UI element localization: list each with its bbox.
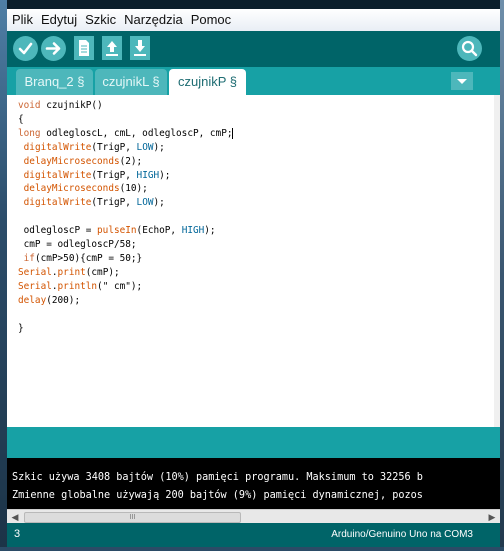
console-output: Szkic używa 3408 bajtów (10%) pamięci pr… [7, 458, 500, 509]
code-fn: delayMicroseconds [23, 155, 120, 167]
scroll-left-icon[interactable]: ◀ [9, 511, 21, 523]
menu-file[interactable]: Plik [7, 9, 36, 27]
menu-sketch[interactable]: Szkic [80, 9, 119, 27]
arrow-down-icon [130, 36, 150, 60]
menu-edit[interactable]: Edytuj [36, 9, 80, 27]
editor-scrollbar[interactable] [494, 95, 500, 427]
code-line: Serial.print(cmP); [18, 266, 120, 278]
save-button[interactable] [130, 36, 150, 60]
toolbar [7, 31, 500, 67]
menu-bar: Plik Edytuj Szkic Narzędzia Pomoc [7, 9, 500, 32]
code-keyword-if: if [23, 252, 35, 264]
board-port-label: Arduino/Genuino Uno na COM3 [331, 529, 473, 540]
console-line: Zmienne globalne używają 200 bajtów (9%)… [12, 490, 423, 501]
serial-monitor-button[interactable] [457, 36, 482, 61]
code-keyword-void: void [18, 100, 41, 111]
code-line: void czujnikP() [18, 100, 103, 111]
tab-czujnikl[interactable]: czujnikL § [95, 69, 167, 95]
upload-button[interactable] [41, 36, 66, 61]
code-fn: pulseIn [97, 225, 137, 237]
tab-branq-2[interactable]: Branq_2 § [16, 69, 93, 95]
menu-tools[interactable]: Narzędzia [119, 9, 186, 27]
file-icon [74, 36, 94, 60]
code-fn: digitalWrite [23, 141, 92, 153]
code-serial: Serial [18, 266, 52, 278]
tab-bar: Branq_2 § czujnikL § czujnikP § [7, 67, 500, 95]
code-line: if(cmP>50){cmP = 50;} [23, 252, 143, 264]
status-bar: 3 Arduino/Genuino Uno na COM3 [7, 523, 500, 547]
code-fn: digitalWrite [23, 197, 92, 209]
code-line: digitalWrite(TrigP, LOW); [23, 197, 165, 209]
code-serial: Serial [18, 280, 52, 292]
check-icon [13, 36, 38, 61]
new-sketch-button[interactable] [74, 36, 94, 60]
chevron-down-icon [451, 77, 473, 94]
line-number: 3 [14, 528, 21, 540]
code-line: delayMicroseconds(2); [23, 155, 143, 167]
code-line: delay(200); [18, 294, 81, 306]
code-line: } [18, 322, 24, 334]
code-line: cmP = odlegloscP/58; [18, 239, 137, 251]
open-button[interactable] [102, 36, 122, 60]
code-line: long odlegloscL, cmL, odlegloscP, cmP; [18, 127, 234, 139]
code-line: delayMicroseconds(10); [23, 183, 148, 195]
scrollbar-thumb[interactable]: III [24, 512, 241, 523]
code-text[interactable]: void czujnikP() { long odlegloscL, cmL, … [18, 99, 234, 335]
magnifier-icon [457, 36, 482, 61]
code-keyword-long: long [18, 127, 41, 139]
code-line: digitalWrite(TrigP, LOW); [23, 141, 165, 153]
code-line: Serial.println(" cm"); [18, 280, 143, 292]
tab-czujnikp[interactable]: czujnikP § [169, 69, 246, 95]
code-const: HIGH [181, 225, 205, 237]
text-caret [232, 127, 234, 139]
tab-menu-button[interactable] [451, 72, 473, 90]
code-fn: delayMicroseconds [23, 183, 120, 195]
message-area [7, 427, 500, 458]
code-editor[interactable]: void czujnikP() { long odlegloscL, cmL, … [7, 95, 500, 427]
console-line: Szkic używa 3408 bajtów (10%) pamięci pr… [12, 472, 423, 483]
code-fn: delay [18, 294, 47, 306]
arrow-up-icon [102, 36, 122, 60]
code-line: { [18, 113, 24, 125]
window-frame-left [0, 0, 7, 551]
window-frame-right [500, 0, 504, 551]
verify-button[interactable] [13, 36, 38, 61]
code-line: odlegloscP = pulseIn(EchoP, HIGH); [18, 225, 216, 237]
arrow-right-icon [41, 36, 66, 61]
code-line: digitalWrite(TrigP, HIGH); [23, 169, 171, 181]
code-fn: print [57, 266, 86, 278]
code-const: LOW [136, 141, 154, 153]
console-horizontal-scrollbar[interactable]: ◀ III ▶ [7, 509, 500, 524]
code-const: HIGH [136, 169, 160, 181]
menu-help[interactable]: Pomoc [186, 9, 234, 27]
code-fn: println [57, 280, 98, 292]
code-fn: digitalWrite [23, 169, 92, 181]
code-const: LOW [136, 197, 154, 209]
scroll-right-icon[interactable]: ▶ [486, 511, 498, 523]
window-frame-bottom [0, 547, 504, 551]
